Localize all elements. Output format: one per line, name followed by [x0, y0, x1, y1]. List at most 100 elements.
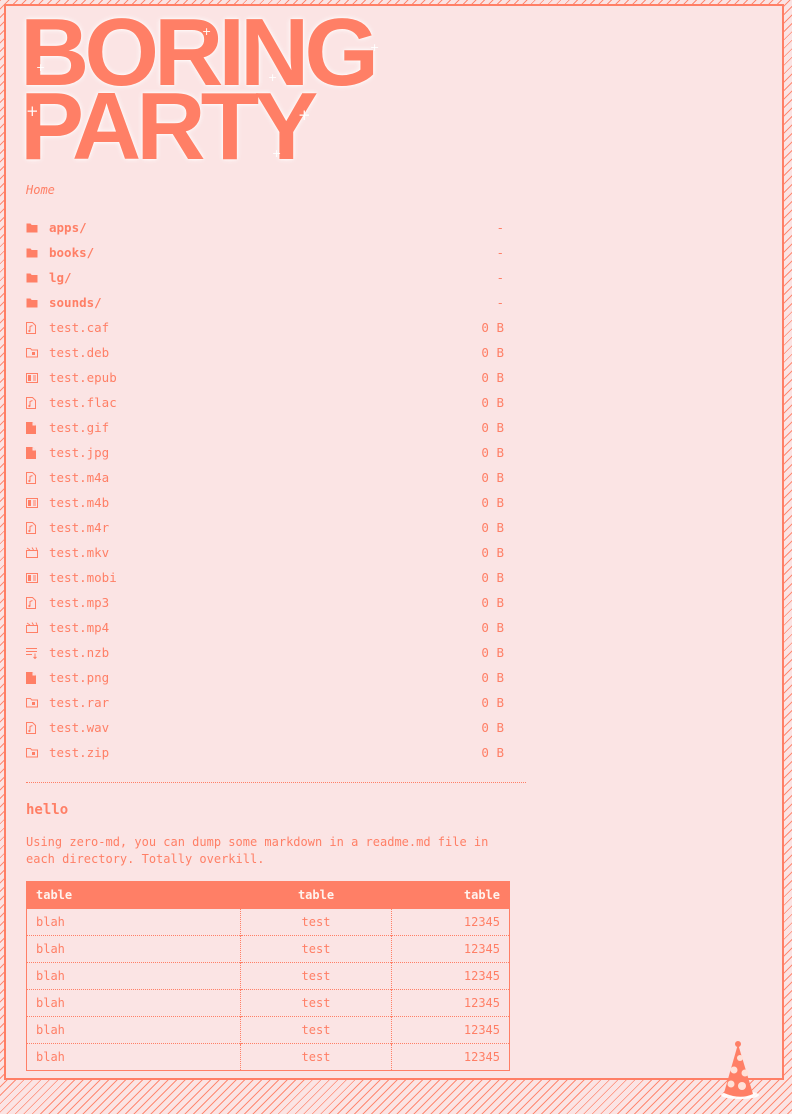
file-row[interactable]: test.zip 0 B	[26, 740, 504, 765]
table-cell: 12345	[391, 908, 510, 936]
file-row[interactable]: test.wav 0 B	[26, 715, 504, 740]
folder-row[interactable]: lg/-	[26, 265, 504, 290]
readme-heading: hello	[26, 802, 69, 818]
file-name[interactable]: test.caf	[49, 320, 481, 335]
folder-icon	[26, 247, 49, 258]
table-row: blah test 12345	[26, 1016, 510, 1044]
file-row[interactable]: test.png 0 B	[26, 665, 504, 690]
file-name[interactable]: test.flac	[49, 395, 481, 410]
file-name[interactable]: test.mobi	[49, 570, 481, 585]
file-name[interactable]: test.m4b	[49, 495, 481, 510]
file-row[interactable]: test.epub 0 B	[26, 365, 504, 390]
file-name[interactable]: test.gif	[49, 420, 481, 435]
sparkle-icon: +	[272, 147, 282, 160]
table-cell: blah	[26, 908, 241, 936]
file-size: -	[496, 220, 504, 235]
sparkle-icon: +	[202, 25, 212, 38]
file-size: 0 B	[481, 545, 504, 560]
file-name[interactable]: test.deb	[49, 345, 481, 360]
table-cell: test	[240, 935, 392, 963]
file-name[interactable]: test.nzb	[49, 645, 481, 660]
archive-icon	[26, 347, 49, 358]
table-cell: blah	[26, 1043, 241, 1071]
file-name[interactable]: books/	[49, 245, 496, 260]
table-cell: blah	[26, 1016, 241, 1044]
sparkle-icon: +	[298, 106, 311, 124]
file-name[interactable]: test.wav	[49, 720, 481, 735]
file-name[interactable]: test.mp4	[49, 620, 481, 635]
table-row: blah test 12345	[26, 989, 510, 1017]
download-list-icon	[26, 647, 49, 659]
table-cell: 12345	[391, 1016, 510, 1044]
folder-icon	[26, 272, 49, 283]
folder-icon	[26, 222, 49, 233]
table-cell: blah	[26, 989, 241, 1017]
table-header-cell: table	[391, 881, 510, 909]
file-row[interactable]: test.mp3 0 B	[26, 590, 504, 615]
file-name[interactable]: test.epub	[49, 370, 481, 385]
file-row[interactable]: test.rar 0 B	[26, 690, 504, 715]
folder-row[interactable]: sounds/-	[26, 290, 504, 315]
table-row: blah test 12345	[26, 935, 510, 963]
image-file-icon	[26, 421, 49, 434]
file-size: 0 B	[481, 720, 504, 735]
archive-icon	[26, 697, 49, 708]
table-header-cell: table	[26, 881, 241, 909]
archive-icon	[26, 747, 49, 758]
file-size: 0 B	[481, 620, 504, 635]
file-size: 0 B	[481, 745, 504, 760]
file-row[interactable]: test.mkv 0 B	[26, 540, 504, 565]
site-logo[interactable]: BORING PARTY	[20, 6, 379, 175]
file-name[interactable]: test.mkv	[49, 545, 481, 560]
file-size: 0 B	[481, 495, 504, 510]
file-size: 0 B	[481, 595, 504, 610]
page-frame: BORING PARTY + + + + + + + Home apps/- bo…	[4, 4, 784, 1080]
file-name[interactable]: test.zip	[49, 745, 481, 760]
table-row: blah test 12345	[26, 908, 510, 936]
file-row[interactable]: test.nzb 0 B	[26, 640, 504, 665]
file-row[interactable]: test.jpg 0 B	[26, 440, 504, 465]
file-size: 0 B	[481, 520, 504, 535]
file-row[interactable]: test.mp4 0 B	[26, 615, 504, 640]
file-name[interactable]: test.rar	[49, 695, 481, 710]
table-cell: 12345	[391, 935, 510, 963]
sparkle-icon: +	[36, 61, 46, 74]
file-name[interactable]: apps/	[49, 220, 496, 235]
file-name[interactable]: lg/	[49, 270, 496, 285]
file-name[interactable]: test.jpg	[49, 445, 481, 460]
table-row: blah test 12345	[26, 962, 510, 990]
table-header-row: table table table	[26, 881, 510, 909]
folder-row[interactable]: apps/-	[26, 215, 504, 240]
breadcrumb-home[interactable]: Home	[26, 183, 55, 197]
file-name[interactable]: test.m4a	[49, 470, 481, 485]
table-cell: test	[240, 1043, 392, 1071]
audio-file-icon	[26, 396, 49, 409]
file-name[interactable]: test.png	[49, 670, 481, 685]
file-name[interactable]: test.m4r	[49, 520, 481, 535]
file-row[interactable]: test.m4a 0 B	[26, 465, 504, 490]
file-size: 0 B	[481, 670, 504, 685]
audio-file-icon	[26, 596, 49, 609]
video-icon	[26, 547, 49, 558]
file-size: 0 B	[481, 320, 504, 335]
file-size: 0 B	[481, 470, 504, 485]
readme-text: Using zero-md, you can dump some markdow…	[26, 835, 489, 866]
table-cell: test	[240, 989, 392, 1017]
party-hat-icon	[718, 1040, 762, 1105]
file-row[interactable]: test.deb 0 B	[26, 340, 504, 365]
file-row[interactable]: test.caf 0 B	[26, 315, 504, 340]
image-file-icon	[26, 671, 49, 684]
file-name[interactable]: test.mp3	[49, 595, 481, 610]
folder-row[interactable]: books/-	[26, 240, 504, 265]
readme-section: hello Using zero-md, you can dump some m…	[26, 800, 510, 1071]
audio-file-icon	[26, 521, 49, 534]
divider	[26, 782, 526, 783]
file-row[interactable]: test.flac 0 B	[26, 390, 504, 415]
file-row[interactable]: test.m4r 0 B	[26, 515, 504, 540]
readme-table: table table table blah test 12345 blah test 1…	[26, 881, 510, 1071]
file-name[interactable]: sounds/	[49, 295, 496, 310]
file-row[interactable]: test.m4b 0 B	[26, 490, 504, 515]
file-row[interactable]: test.mobi 0 B	[26, 565, 504, 590]
sparkle-icon: +	[370, 41, 380, 54]
file-row[interactable]: test.gif 0 B	[26, 415, 504, 440]
